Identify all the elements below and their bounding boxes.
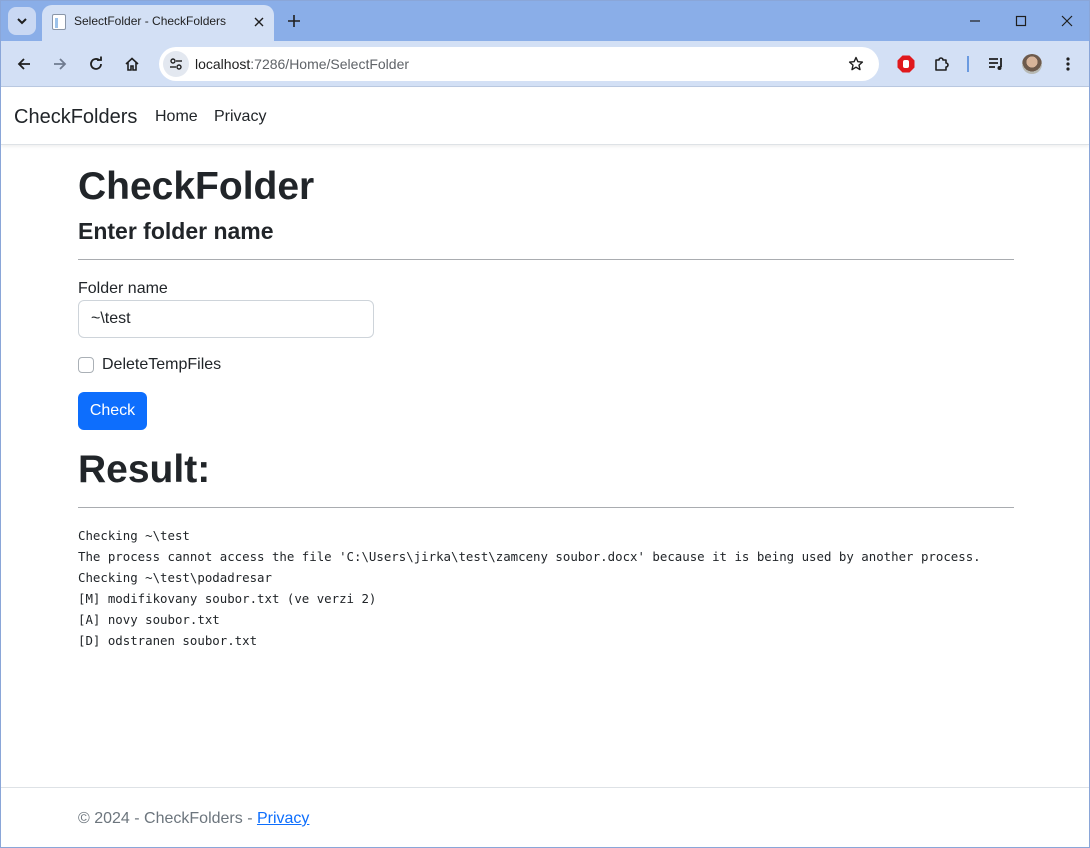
profile-button[interactable] (1018, 50, 1046, 78)
tab-title: SelectFolder - CheckFolders (74, 14, 227, 28)
adblock-extension-button[interactable] (892, 50, 920, 78)
footer-privacy-link[interactable]: Privacy (257, 810, 309, 827)
close-icon (1061, 15, 1073, 27)
stop-hand-icon (897, 55, 915, 73)
result-line: The process cannot access the file 'C:\U… (78, 549, 981, 564)
site-info-button[interactable] (163, 51, 189, 77)
folder-name-input[interactable] (78, 300, 374, 338)
footer-copyright: © 2024 - CheckFolders - (78, 810, 257, 827)
divider (78, 259, 1014, 260)
maximize-icon (1015, 15, 1027, 27)
browser-toolbar: localhost:7286/Home/SelectFolder (1, 41, 1089, 87)
plus-icon (288, 15, 300, 27)
extensions-button[interactable] (928, 50, 956, 78)
page-subtitle: Enter folder name (78, 218, 274, 244)
result-line: [A] novy soubor.txt (78, 612, 220, 627)
more-vertical-icon (1066, 57, 1070, 71)
home-button[interactable] (118, 50, 146, 78)
site-footer: © 2024 - CheckFolders - Privacy (1, 787, 1089, 847)
footer-text: © 2024 - CheckFolders - Privacy (78, 810, 309, 828)
maximize-button[interactable] (999, 7, 1043, 35)
playlist-icon (989, 58, 1002, 70)
bookmark-button[interactable] (845, 53, 867, 75)
check-button[interactable]: Check (78, 392, 147, 430)
tab-search-button[interactable] (8, 7, 36, 35)
arrow-right-icon (54, 58, 67, 70)
result-line: Checking ~\test\podadresar (78, 570, 272, 585)
browser-tab[interactable]: SelectFolder - CheckFolders (42, 5, 274, 41)
result-line: [D] odstranen soubor.txt (78, 633, 258, 648)
minimize-button[interactable] (953, 7, 997, 35)
avatar (1022, 54, 1042, 74)
navbar-brand[interactable]: CheckFolders (14, 106, 137, 129)
puzzle-icon (935, 57, 949, 71)
url-text: localhost:7286/Home/SelectFolder (195, 56, 409, 72)
new-tab-button[interactable] (282, 9, 306, 33)
delete-temp-files-label[interactable]: DeleteTempFiles (102, 356, 221, 374)
nav-link-privacy[interactable]: Privacy (214, 108, 266, 126)
address-bar[interactable]: localhost:7286/Home/SelectFolder (159, 47, 879, 81)
page-title: CheckFolder (78, 165, 315, 208)
url-path: :7286/Home/SelectFolder (250, 56, 410, 72)
reload-icon (90, 56, 102, 70)
chevron-down-icon (17, 18, 27, 25)
close-icon (254, 17, 264, 27)
star-icon (848, 56, 864, 71)
tab-strip: SelectFolder - CheckFolders (1, 1, 1089, 41)
close-window-button[interactable] (1045, 7, 1089, 35)
browser-window: SelectFolder - CheckFolders localhost:72… (0, 0, 1090, 848)
home-icon (125, 57, 139, 71)
toolbar-divider (967, 56, 969, 72)
nav-link-home[interactable]: Home (155, 108, 198, 126)
folder-name-label: Folder name (78, 280, 168, 297)
result-heading: Result: (78, 448, 211, 491)
result-line: Checking ~\test (78, 528, 190, 543)
site-navbar: CheckFolders Home Privacy (1, 88, 1089, 145)
browser-menu-button[interactable] (1054, 50, 1082, 78)
result-output: Checking ~\test The process cannot acces… (78, 525, 981, 651)
media-control-button[interactable] (982, 50, 1010, 78)
back-button[interactable] (10, 50, 38, 78)
tab-close-button[interactable] (250, 13, 268, 31)
divider (78, 507, 1014, 508)
minimize-icon (970, 20, 980, 22)
reload-button[interactable] (82, 50, 110, 78)
url-host: localhost (195, 56, 251, 72)
forward-button[interactable] (46, 50, 74, 78)
delete-temp-files-checkbox[interactable] (78, 357, 94, 373)
tune-icon (170, 58, 182, 70)
arrow-left-icon (17, 58, 30, 70)
result-line: [M] modifikovany soubor.txt (ve verzi 2) (78, 591, 377, 606)
page-favicon-icon (52, 14, 66, 30)
